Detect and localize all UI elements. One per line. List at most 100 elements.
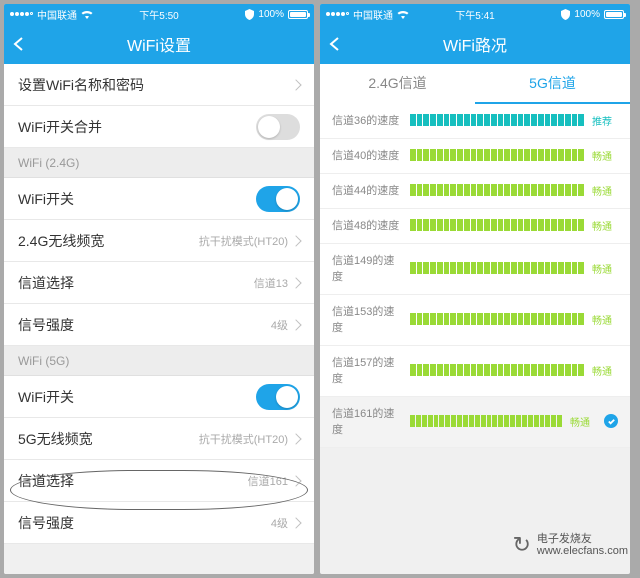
shield-icon [561,9,570,20]
row-24g-bandwidth[interactable]: 2.4G无线频宽 抗干扰模式(HT20) [4,220,314,262]
chevron-right-icon [290,475,301,486]
row-merge-switch[interactable]: WiFi开关合并 [4,106,314,148]
row-5g-switch[interactable]: WiFi开关 [4,376,314,418]
chevron-right-icon [290,433,301,444]
row-label: WiFi开关合并 [18,117,102,137]
speed-bar [410,262,584,274]
row-label: 信道选择 [18,471,74,491]
shield-icon [245,9,254,20]
row-24g-channel[interactable]: 信道选择 信道13 [4,262,314,304]
channel-status: 畅通 [592,312,618,327]
channel-row[interactable]: 信道149的速度 畅通 [320,244,630,295]
speed-bar [410,364,584,376]
toggle-5g[interactable] [256,384,300,410]
toggle-24g[interactable] [256,186,300,212]
wifi-traffic-screen: 中国联通 下午5:41 100% WiFi路况 2.4G信道 5G信道 信道36… [320,4,630,574]
toggle-merge[interactable] [256,114,300,140]
section-24g: WiFi (2.4G) [4,148,314,178]
status-bar: 中国联通 下午5:41 100% [320,4,630,24]
chevron-right-icon [290,79,301,90]
row-5g-strength[interactable]: 信号强度 4级 [4,502,314,544]
chevron-right-icon [290,517,301,528]
section-5g: WiFi (5G) [4,346,314,376]
row-5g-channel[interactable]: 信道选择 信道161 [4,460,314,502]
row-label: 信号强度 [18,513,74,533]
row-label: 信道选择 [18,273,74,293]
speed-bar [410,313,584,325]
watermark: ↻ 电子发烧友 www.elecfans.com [512,532,628,558]
logo-icon: ↻ [512,532,530,558]
chevron-right-icon [290,319,301,330]
page-title: WiFi路况 [443,32,507,56]
battery-pct: 100% [574,9,600,20]
channel-row[interactable]: 信道48的速度 畅通 [320,209,630,244]
watermark-url: www.elecfans.com [537,545,628,557]
channel-label: 信道40的速度 [332,147,402,163]
channel-tabs: 2.4G信道 5G信道 [320,64,630,104]
battery-icon [604,10,624,19]
channel-status: 畅通 [592,261,618,276]
time-label: 下午5:50 [139,7,178,22]
channel-status: 畅通 [592,148,618,163]
row-24g-switch[interactable]: WiFi开关 [4,178,314,220]
channel-status: 推荐 [592,113,618,128]
channel-status: 畅通 [592,218,618,233]
signal-dots-icon [326,12,349,16]
row-value: 4级 [271,317,288,333]
checkmark-icon [604,414,618,428]
row-24g-strength[interactable]: 信号强度 4级 [4,304,314,346]
channel-row[interactable]: 信道36的速度 推荐 [320,104,630,139]
signal-dots-icon [10,12,33,16]
carrier-label: 中国联通 [353,7,393,22]
channel-row[interactable]: 信道44的速度 畅通 [320,174,630,209]
row-5g-bandwidth[interactable]: 5G无线频宽 抗干扰模式(HT20) [4,418,314,460]
row-label: WiFi开关 [18,387,74,407]
back-icon[interactable] [12,37,26,51]
channel-status: 畅通 [592,363,618,378]
back-icon[interactable] [328,37,342,51]
row-value: 抗干扰模式(HT20) [199,431,288,447]
channel-row[interactable]: 信道157的速度 畅通 [320,346,630,397]
page-title: WiFi设置 [127,32,191,56]
channel-status: 畅通 [592,183,618,198]
channel-label: 信道36的速度 [332,112,402,128]
row-value: 4级 [271,515,288,531]
row-value: 抗干扰模式(HT20) [199,233,288,249]
battery-icon [288,10,308,19]
battery-pct: 100% [258,9,284,20]
channel-label: 信道153的速度 [332,303,402,335]
channel-row[interactable]: 信道161的速度 畅通 [320,397,630,448]
row-name-password[interactable]: 设置WiFi名称和密码 [4,64,314,106]
row-value: 信道13 [254,275,288,291]
row-label: WiFi开关 [18,189,74,209]
channel-row[interactable]: 信道40的速度 畅通 [320,139,630,174]
row-label: 信号强度 [18,315,74,335]
wifi-icon [397,10,409,19]
tab-5g[interactable]: 5G信道 [475,64,630,104]
chevron-right-icon [290,235,301,246]
channel-label: 信道161的速度 [332,405,402,437]
channel-label: 信道44的速度 [332,182,402,198]
row-label: 2.4G无线频宽 [18,231,104,251]
row-label: 5G无线频宽 [18,429,93,449]
speed-bar [410,149,584,161]
speed-bar [410,184,584,196]
channel-list: 信道36的速度推荐信道40的速度畅通信道44的速度畅通信道48的速度畅通信道14… [320,104,630,448]
status-bar: 中国联通 下午5:50 100% [4,4,314,24]
channel-label: 信道157的速度 [332,354,402,386]
tab-24g[interactable]: 2.4G信道 [320,64,475,104]
row-value: 信道161 [248,473,288,489]
nav-bar: WiFi路况 [320,24,630,64]
wifi-icon [81,10,93,19]
channel-status: 畅通 [570,414,596,429]
speed-bar [410,415,562,427]
row-label: 设置WiFi名称和密码 [18,75,144,95]
channel-label: 信道48的速度 [332,217,402,233]
channel-label: 信道149的速度 [332,252,402,284]
chevron-right-icon [290,277,301,288]
wifi-settings-screen: 中国联通 下午5:50 100% WiFi设置 设置WiFi名称和密码 WiFi… [4,4,314,574]
watermark-brand: 电子发烧友 [537,533,628,545]
nav-bar: WiFi设置 [4,24,314,64]
channel-row[interactable]: 信道153的速度 畅通 [320,295,630,346]
time-label: 下午5:41 [455,7,494,22]
